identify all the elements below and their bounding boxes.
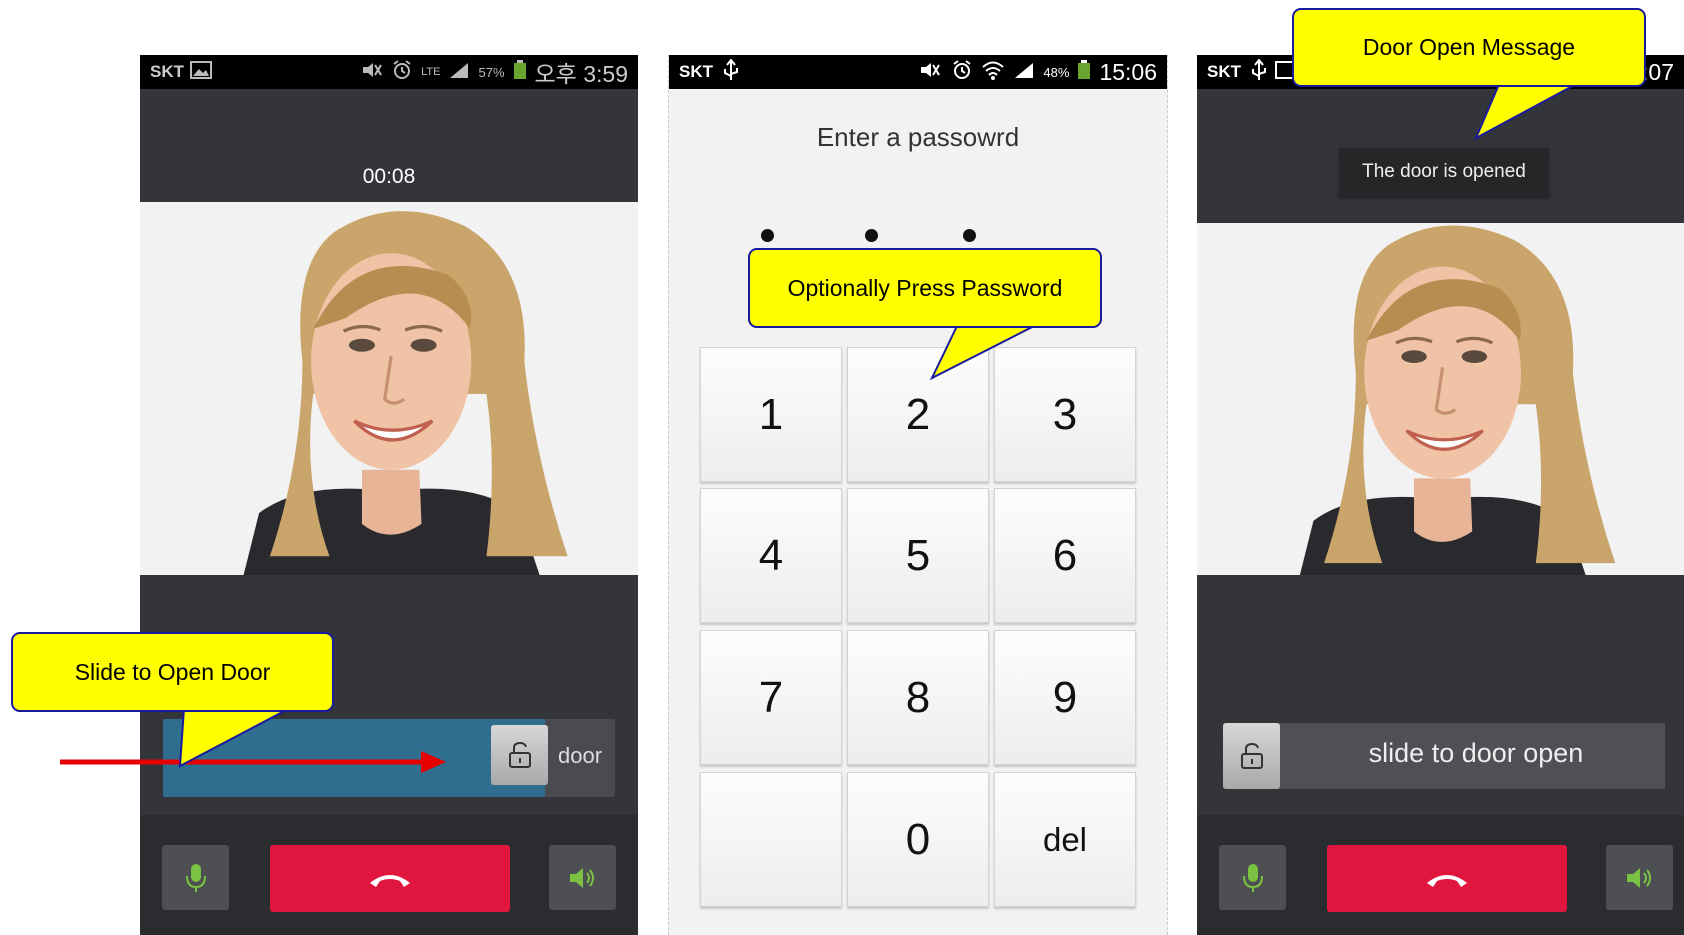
callout-pointer: [1473, 82, 1581, 141]
battery-icon: [513, 59, 527, 85]
status-time: 오후 3:59: [534, 61, 628, 87]
key-4[interactable]: 4: [700, 488, 842, 623]
slider-label: slide to door open: [1368, 738, 1584, 768]
slider-knob[interactable]: [1223, 723, 1280, 789]
key-9[interactable]: 9: [994, 630, 1136, 765]
carrier-label: SKT: [150, 62, 184, 81]
caller-video: [1197, 223, 1684, 575]
callout-pointer: [178, 708, 291, 768]
status-time: :07: [1642, 58, 1674, 85]
speaker-button[interactable]: [549, 845, 616, 910]
end-call-button[interactable]: [1327, 845, 1567, 912]
slider-label: door: [558, 743, 603, 768]
key-6[interactable]: 6: [994, 488, 1136, 623]
end-call-icon: [370, 874, 410, 887]
key-8[interactable]: 8: [847, 630, 989, 765]
key-7[interactable]: 7: [700, 630, 842, 765]
speaker-icon: [1626, 867, 1651, 888]
speaker-icon: [569, 867, 594, 888]
password-screen: SKT 48% 15:06 Enter a passowrd 1 2 3 4 5…: [668, 55, 1168, 935]
status-bar: SKT LTE 57% 오후 3:59: [140, 55, 638, 89]
alarm-icon: [391, 59, 413, 85]
key-1[interactable]: 1: [700, 347, 842, 482]
image-icon: [190, 60, 212, 84]
wifi-icon: [981, 60, 1005, 85]
call-timer: 00:08: [362, 165, 416, 188]
mic-button[interactable]: [162, 845, 229, 910]
carrier-label: SKT: [679, 62, 713, 81]
caller-video: [140, 202, 638, 575]
battery-percent: 48%: [1043, 64, 1070, 80]
key-delete[interactable]: del: [994, 772, 1136, 907]
door-slider[interactable]: slide to door open: [1223, 723, 1665, 789]
password-dot: [761, 229, 774, 242]
call-screen: SKT LTE 57% 오후 3:59 00:08 door: [140, 55, 638, 935]
lock-open-icon: [1240, 742, 1263, 769]
call-controls: [140, 815, 638, 935]
callout-password: Optionally Press Password: [748, 248, 1102, 328]
lock-open-icon: [508, 741, 531, 768]
call-controls: [1197, 815, 1684, 935]
battery-icon: [1077, 59, 1091, 85]
password-dot: [963, 229, 976, 242]
status-time: 15:06: [1099, 58, 1157, 85]
password-title: Enter a passowrd: [816, 122, 1020, 152]
slider-knob[interactable]: [491, 725, 548, 785]
battery-percent: 57%: [478, 64, 505, 80]
password-dot: [865, 229, 878, 242]
status-bar: SKT 48% 15:06: [669, 55, 1167, 89]
key-blank: [700, 772, 842, 907]
lte-label: LTE: [421, 66, 441, 78]
usb-icon: [1251, 57, 1267, 86]
usb-icon: [723, 57, 739, 86]
end-call-icon: [1427, 874, 1467, 887]
mute-icon: [919, 61, 943, 84]
key-5[interactable]: 5: [847, 488, 989, 623]
door-open-toast: The door is opened: [1339, 148, 1549, 196]
door-open-screen: SKT :07 The door is opened slide to door…: [1197, 55, 1684, 935]
signal-icon: [448, 61, 470, 84]
callout-pointer: [929, 324, 1039, 381]
signal-icon: [1013, 61, 1035, 84]
key-0[interactable]: 0: [847, 772, 989, 907]
mic-icon: [185, 863, 206, 892]
alarm-icon: [951, 59, 973, 85]
end-call-button[interactable]: [270, 845, 510, 912]
speaker-button[interactable]: [1606, 845, 1673, 910]
mute-icon: [361, 61, 383, 84]
callout-door-open: Door Open Message: [1292, 8, 1646, 87]
carrier-label: SKT: [1207, 62, 1241, 81]
mic-button[interactable]: [1219, 845, 1286, 910]
callout-slide: Slide to Open Door: [11, 632, 334, 712]
mic-icon: [1242, 863, 1263, 892]
